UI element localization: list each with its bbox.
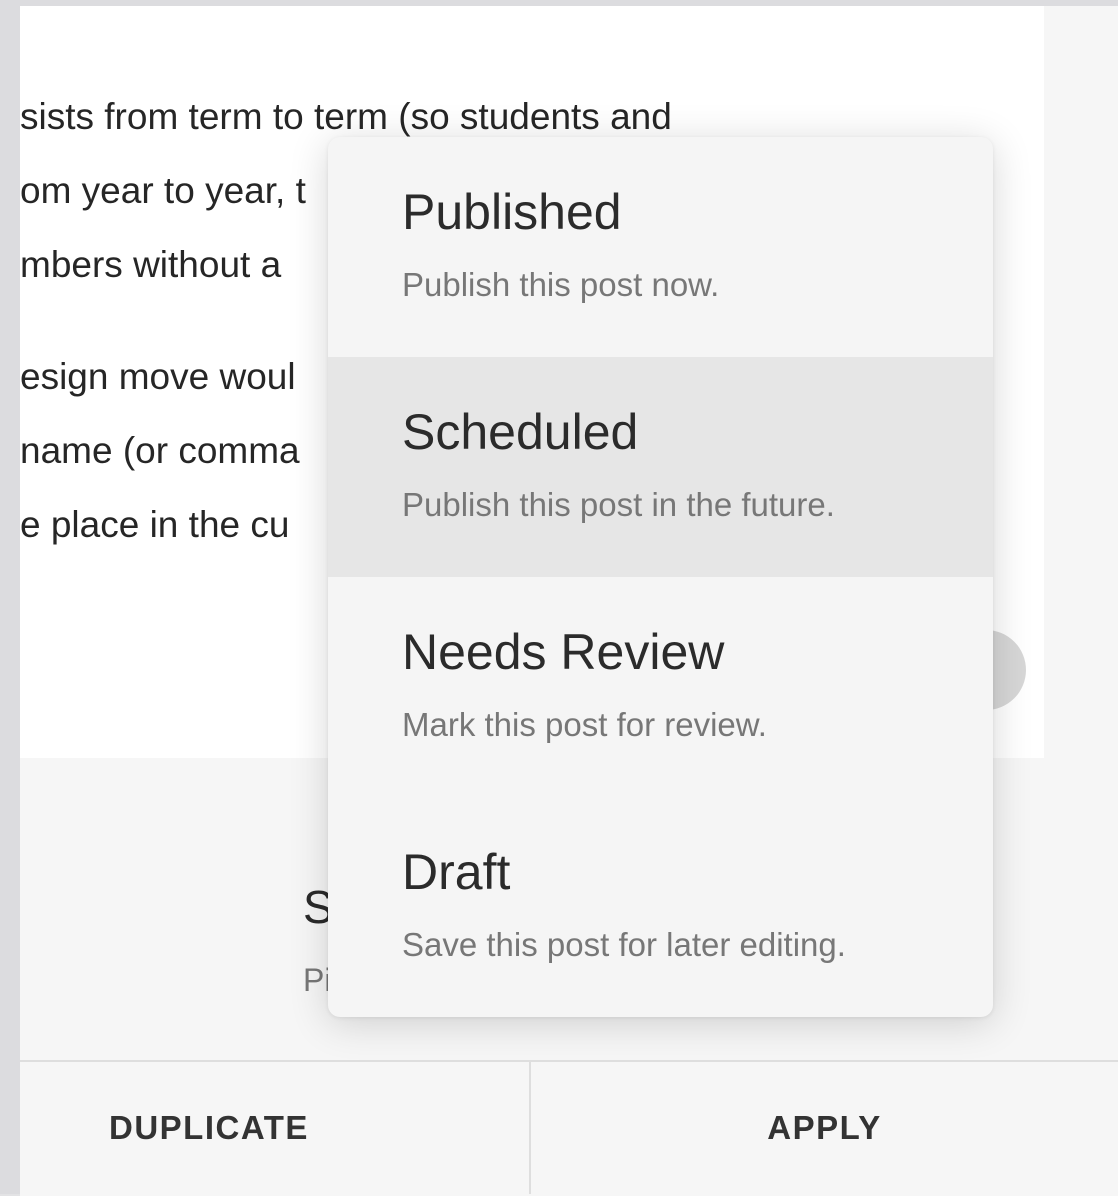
status-section-subtitle: Pi <box>303 964 329 996</box>
status-option-draft[interactable]: Draft Save this post for later editing. <box>328 797 993 1017</box>
option-description: Publish this post in the future. <box>402 486 835 523</box>
document-text-line: mbers without a <box>20 244 282 285</box>
document-text-line: e place in the cu <box>20 504 290 545</box>
footer-actions: DUPLICATE APPLY <box>20 1060 1118 1196</box>
option-description: Publish this post now. <box>402 266 720 303</box>
apply-button[interactable]: APPLY <box>531 1062 1118 1194</box>
status-option-published[interactable]: Published Publish this post now. <box>328 137 993 357</box>
document-text-line: om year to year, t <box>20 170 306 211</box>
option-description: Mark this post for review. <box>402 706 767 743</box>
option-title: Published <box>402 184 622 240</box>
document-text-line: sists from term to term (so students and <box>20 96 672 137</box>
document-text-line: esign move woul <box>20 356 296 397</box>
duplicate-button[interactable]: DUPLICATE <box>20 1062 531 1194</box>
status-option-scheduled[interactable]: Scheduled Publish this post in the futur… <box>328 357 993 577</box>
post-status-dropdown: Published Publish this post now. Schedul… <box>328 137 993 1017</box>
left-rail <box>0 0 20 1194</box>
status-option-needs-review[interactable]: Needs Review Mark this post for review. <box>328 577 993 797</box>
document-text-line: name (or comma <box>20 430 300 471</box>
option-title: Draft <box>402 844 511 900</box>
option-title: Needs Review <box>402 624 725 680</box>
option-description: Save this post for later editing. <box>402 926 846 963</box>
option-title: Scheduled <box>402 404 639 460</box>
